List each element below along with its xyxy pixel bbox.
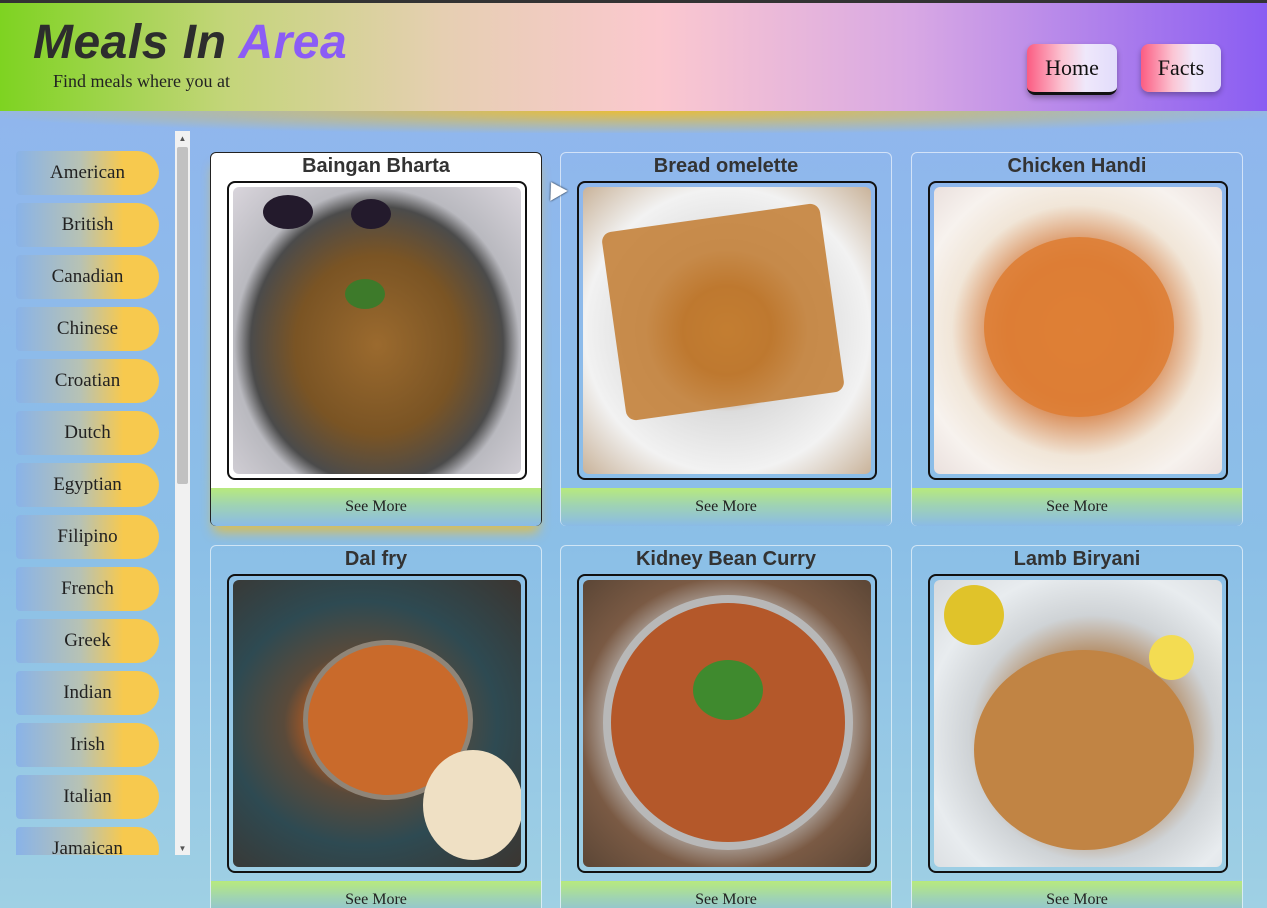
meal-image-frame — [928, 574, 1228, 873]
herb-garnish — [345, 279, 385, 309]
eggplant-shape — [263, 195, 313, 229]
eggplant-shape — [351, 199, 391, 229]
area-button-egyptian[interactable]: Egyptian — [16, 463, 159, 507]
area-button-dutch[interactable]: Dutch — [16, 411, 159, 455]
see-more-button[interactable]: See More — [912, 881, 1242, 908]
meal-image-frame — [928, 181, 1228, 480]
site-tagline: Find meals where you at — [53, 71, 230, 91]
curry-shape — [984, 237, 1174, 417]
bread-shape — [600, 202, 846, 422]
area-button-indian[interactable]: Indian — [16, 671, 159, 715]
cup-shape — [944, 585, 1004, 645]
area-button-british[interactable]: British — [16, 203, 159, 247]
meal-title: Baingan Bharta — [302, 155, 450, 177]
area-button-irish[interactable]: Irish — [16, 723, 159, 767]
scrollbar-thumb[interactable] — [177, 147, 188, 484]
meal-photo — [934, 187, 1222, 474]
header-glow — [0, 111, 1267, 133]
see-more-button[interactable]: See More — [211, 488, 541, 526]
meal-photo — [233, 580, 521, 867]
naan-shape — [423, 750, 521, 860]
meal-image-frame — [227, 181, 527, 480]
meal-card[interactable]: Lamb Biryani See More — [911, 545, 1243, 908]
sidebar-scrollbar[interactable]: ▲ ▼ — [175, 131, 190, 855]
meal-image-frame — [227, 574, 527, 873]
area-button-canadian[interactable]: Canadian — [16, 255, 159, 299]
meal-title: Chicken Handi — [1007, 155, 1147, 177]
meal-photo — [233, 187, 521, 474]
site-title-accent: Area — [238, 16, 348, 69]
meal-photo — [583, 187, 871, 474]
see-more-button[interactable]: See More — [211, 881, 541, 908]
meal-card[interactable]: Baingan Bharta See More — [210, 152, 542, 526]
meal-photo — [934, 580, 1222, 867]
curry-bowl-shape — [603, 595, 853, 850]
biryani-shape — [974, 650, 1194, 850]
meal-card[interactable]: Bread omelette See More — [560, 152, 892, 526]
area-button-chinese[interactable]: Chinese — [16, 307, 159, 351]
meal-card[interactable]: Kidney Bean Curry See More — [560, 545, 892, 908]
nav-facts-button[interactable]: Facts — [1141, 44, 1221, 92]
meal-photo — [583, 580, 871, 867]
herb-garnish — [693, 660, 763, 720]
area-button-french[interactable]: French — [16, 567, 159, 611]
meal-title: Lamb Biryani — [1013, 548, 1141, 570]
area-sidebar: American British Canadian Chinese Croati… — [0, 131, 175, 855]
meal-image-frame — [577, 181, 877, 480]
nav-home-button[interactable]: Home — [1027, 44, 1117, 95]
area-button-croatian[interactable]: Croatian — [16, 359, 159, 403]
meal-card[interactable]: Dal fry See More — [210, 545, 542, 908]
meal-title: Bread omelette — [653, 155, 799, 177]
lemon-shape — [1149, 635, 1194, 680]
area-button-italian[interactable]: Italian — [16, 775, 159, 819]
meal-title: Dal fry — [344, 548, 408, 570]
meal-card[interactable]: Chicken Handi See More — [911, 152, 1243, 526]
area-button-jamaican[interactable]: Jamaican — [16, 827, 159, 855]
site-header: Meals In Area Find meals where you at Ho… — [0, 3, 1267, 111]
site-title: Meals In Area — [33, 15, 347, 70]
see-more-button[interactable]: See More — [912, 488, 1242, 526]
site-title-main: Meals In — [33, 16, 239, 69]
see-more-button[interactable]: See More — [561, 881, 891, 908]
area-button-american[interactable]: American — [16, 151, 159, 195]
see-more-button[interactable]: See More — [561, 488, 891, 526]
meal-image-frame — [577, 574, 877, 873]
meal-title: Kidney Bean Curry — [635, 548, 817, 570]
scroll-up-arrow-icon[interactable]: ▲ — [175, 131, 190, 145]
area-button-greek[interactable]: Greek — [16, 619, 159, 663]
area-button-filipino[interactable]: Filipino — [16, 515, 159, 559]
scroll-down-arrow-icon[interactable]: ▼ — [175, 841, 190, 855]
